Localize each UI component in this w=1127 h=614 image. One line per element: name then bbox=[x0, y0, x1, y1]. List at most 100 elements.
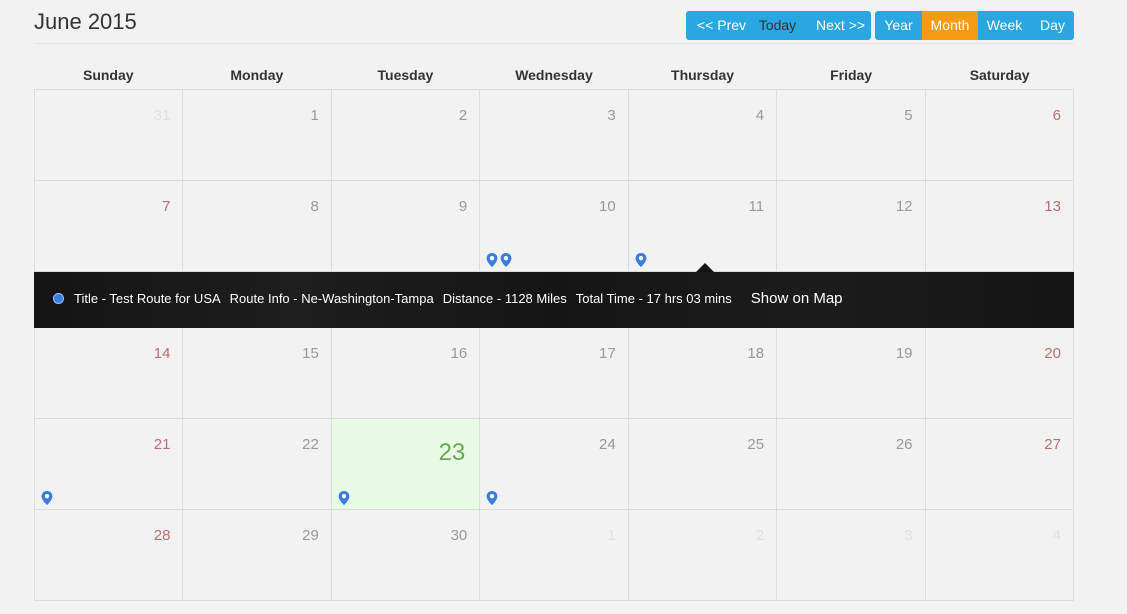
day-number: 2 bbox=[755, 527, 765, 544]
week-row: 28 29 30 1 2 3 4 bbox=[35, 510, 1074, 601]
event-markers bbox=[41, 491, 53, 505]
day-number: 17 bbox=[599, 345, 616, 362]
event-markers bbox=[635, 253, 647, 267]
day-cell[interactable]: 6 bbox=[925, 90, 1074, 181]
day-cell[interactable]: 27 bbox=[925, 419, 1074, 510]
map-pin-icon[interactable] bbox=[486, 491, 498, 505]
day-number: 14 bbox=[153, 345, 171, 362]
day-cell[interactable]: 25 bbox=[628, 419, 778, 510]
day-cell[interactable]: 5 bbox=[777, 90, 926, 181]
year-view-button[interactable]: Year bbox=[875, 11, 922, 40]
map-pin-icon[interactable] bbox=[338, 491, 350, 505]
day-cell[interactable]: 15 bbox=[183, 328, 332, 419]
weekday-label: Thursday bbox=[671, 67, 735, 83]
day-number: 19 bbox=[895, 345, 913, 362]
weekday-label: Sunday bbox=[82, 67, 134, 83]
day-number: 27 bbox=[1044, 436, 1061, 453]
weekday-header: Sunday Monday Tuesday Wednesday Thursday… bbox=[34, 60, 1074, 90]
next-button[interactable]: Next >> bbox=[805, 11, 871, 40]
map-pin-icon[interactable] bbox=[635, 253, 647, 267]
day-cell[interactable]: 16 bbox=[331, 328, 481, 419]
day-cell[interactable]: 20 bbox=[925, 328, 1074, 419]
day-cell[interactable]: 3 bbox=[777, 510, 926, 601]
map-pin-icon[interactable] bbox=[41, 491, 53, 505]
day-cell[interactable]: 14 bbox=[35, 328, 184, 419]
day-number: 15 bbox=[302, 345, 319, 362]
weekday-label: Friday bbox=[830, 67, 873, 83]
event-markers bbox=[486, 253, 512, 267]
calendar-grid: 31 1 2 3 4 5 6 7 8 9 10 11 12 13 14 15 1… bbox=[34, 89, 1074, 601]
weekday-label: Tuesday bbox=[377, 67, 434, 83]
event-route: Route Info - Ne-Washington-Tampa bbox=[229, 291, 434, 306]
day-cell[interactable]: 9 bbox=[331, 181, 481, 272]
panel-caret bbox=[696, 263, 714, 272]
event-title: Title - Test Route for USA bbox=[74, 291, 221, 306]
day-number: 21 bbox=[153, 436, 171, 453]
day-cell[interactable]: 26 bbox=[777, 419, 926, 510]
map-pin-icon[interactable] bbox=[500, 253, 512, 267]
event-markers bbox=[486, 491, 498, 505]
day-number: 2 bbox=[458, 107, 468, 124]
day-number: 3 bbox=[904, 527, 913, 544]
day-number: 4 bbox=[755, 107, 765, 124]
weekday-label: Saturday bbox=[969, 67, 1030, 83]
day-number: 3 bbox=[607, 107, 616, 124]
day-cell[interactable]: 7 bbox=[35, 181, 184, 272]
day-cell[interactable]: 2 bbox=[628, 510, 778, 601]
event-dot-icon bbox=[53, 293, 64, 304]
day-number: 26 bbox=[895, 436, 913, 453]
day-cell[interactable]: 21 bbox=[35, 419, 184, 510]
event-distance: Distance - 1128 Miles bbox=[442, 291, 567, 306]
day-cell[interactable]: 19 bbox=[777, 328, 926, 419]
prev-button[interactable]: << Prev bbox=[686, 11, 750, 40]
day-cell[interactable]: 2 bbox=[331, 90, 481, 181]
day-cell[interactable]: 24 bbox=[480, 419, 629, 510]
day-cell-today[interactable]: 23 bbox=[331, 419, 481, 510]
day-number: 13 bbox=[1044, 198, 1061, 215]
show-on-map-link[interactable]: Show on Map bbox=[751, 290, 843, 307]
day-cell[interactable]: 18 bbox=[628, 328, 778, 419]
day-cell[interactable]: 8 bbox=[183, 181, 332, 272]
day-cell[interactable]: 17 bbox=[480, 328, 629, 419]
day-cell[interactable]: 4 bbox=[628, 90, 778, 181]
day-cell[interactable]: 4 bbox=[925, 510, 1074, 601]
day-cell[interactable]: 30 bbox=[331, 510, 481, 601]
view-button-group: Year Month Week Day bbox=[875, 11, 1074, 40]
day-number: 18 bbox=[747, 345, 765, 362]
day-cell[interactable]: 11 bbox=[628, 181, 778, 272]
day-cell[interactable]: 29 bbox=[183, 510, 332, 601]
event-markers bbox=[338, 491, 350, 505]
day-number: 4 bbox=[1052, 527, 1061, 544]
month-view-button[interactable]: Month bbox=[922, 11, 978, 40]
day-cell[interactable]: 10 bbox=[480, 181, 629, 272]
title-divider bbox=[34, 43, 1074, 44]
week-view-button[interactable]: Week bbox=[978, 11, 1031, 40]
map-pin-icon[interactable] bbox=[486, 253, 498, 267]
day-cell[interactable]: 12 bbox=[777, 181, 926, 272]
day-cell[interactable]: 22 bbox=[183, 419, 332, 510]
day-number: 24 bbox=[599, 436, 616, 453]
day-cell[interactable]: 1 bbox=[480, 510, 629, 601]
day-cell[interactable]: 1 bbox=[183, 90, 332, 181]
day-number: 20 bbox=[1044, 345, 1061, 362]
week-row: 14 15 16 17 18 19 20 bbox=[35, 328, 1074, 419]
day-cell[interactable]: 28 bbox=[35, 510, 184, 601]
day-cell[interactable]: 13 bbox=[925, 181, 1074, 272]
event-time: Total Time - 17 hrs 03 mins bbox=[575, 291, 732, 306]
day-number: 1 bbox=[607, 527, 616, 544]
day-number: 5 bbox=[904, 107, 913, 124]
day-number: 22 bbox=[302, 436, 319, 453]
today-button[interactable]: Today bbox=[750, 11, 805, 40]
day-number: 30 bbox=[450, 527, 468, 544]
day-cell[interactable]: 31 bbox=[35, 90, 184, 181]
day-number: 25 bbox=[747, 436, 765, 453]
day-number: 1 bbox=[310, 107, 319, 124]
event-detail-row: Title - Test Route for USA Route Info - … bbox=[53, 290, 843, 307]
day-view-button[interactable]: Day bbox=[1031, 11, 1074, 40]
day-number: 6 bbox=[1052, 107, 1061, 124]
day-cell[interactable]: 3 bbox=[480, 90, 629, 181]
day-number: 16 bbox=[450, 345, 468, 362]
day-number: 29 bbox=[302, 527, 319, 544]
day-number: 9 bbox=[458, 198, 468, 215]
week-row: 7 8 9 10 11 12 13 bbox=[35, 181, 1074, 272]
